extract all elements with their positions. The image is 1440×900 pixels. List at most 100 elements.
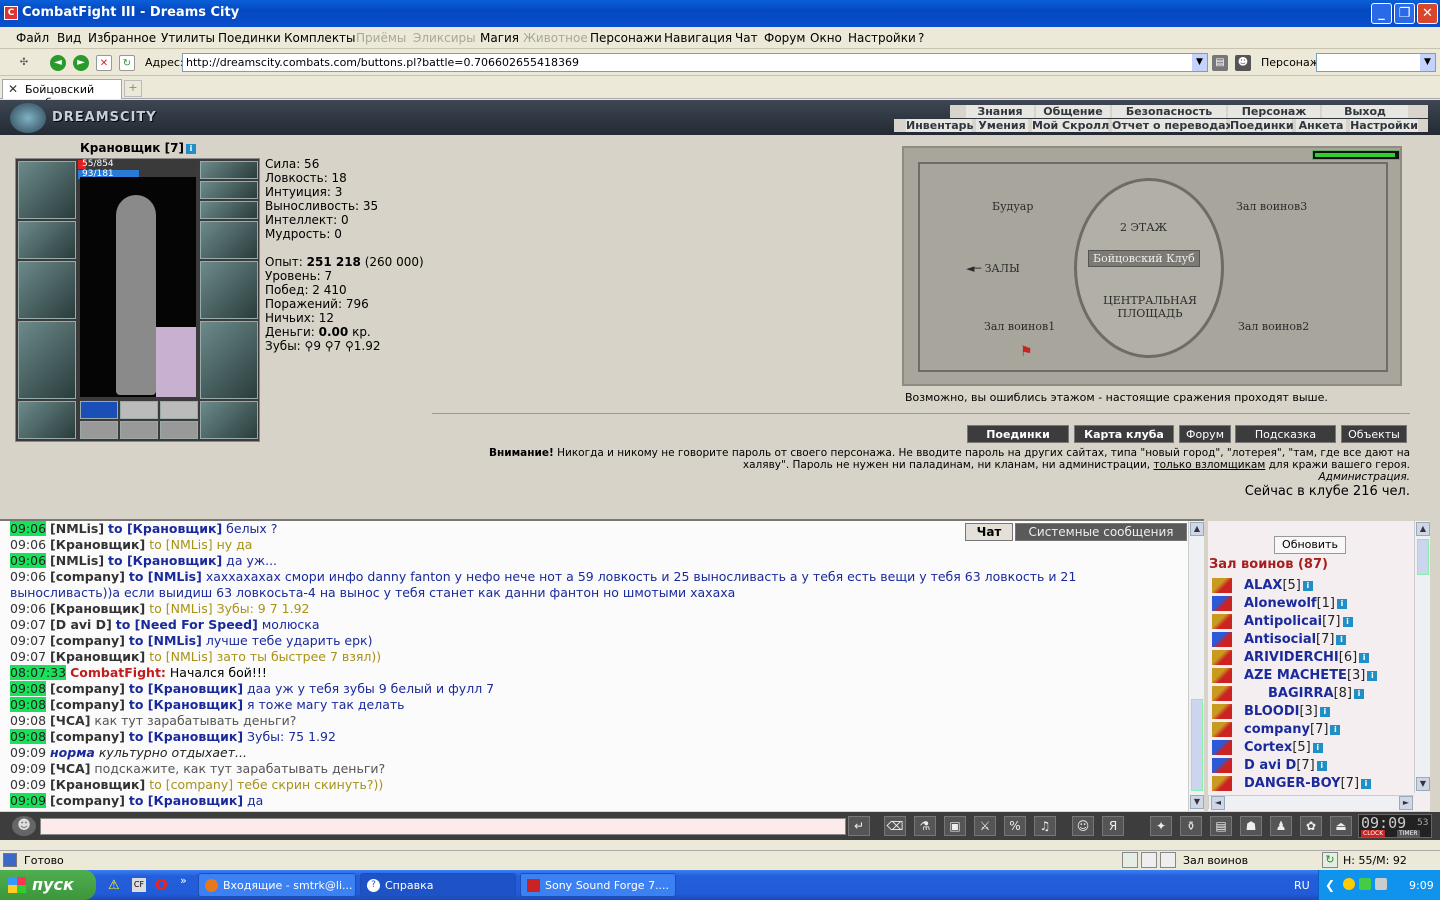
info-icon[interactable]: i	[1337, 599, 1347, 609]
nav-character[interactable]: Персонаж	[1228, 105, 1320, 118]
info-icon[interactable]: i	[1330, 725, 1341, 735]
shield-slot[interactable]	[200, 261, 258, 319]
quicklaunch-opera-icon[interactable]: O	[155, 876, 168, 894]
armor-slot[interactable]	[18, 321, 76, 399]
leggings-slot[interactable]	[200, 321, 258, 399]
info-icon[interactable]: i	[1342, 617, 1353, 627]
group-icon[interactable]: ♟	[1270, 816, 1292, 836]
weapon-slot[interactable]	[18, 261, 76, 319]
empty-slot-3[interactable]	[80, 421, 118, 439]
timer-label[interactable]: TIMER	[1397, 830, 1420, 837]
status-refresh-icon[interactable]	[1122, 852, 1138, 868]
chat-timestamp[interactable]: 09:08	[10, 697, 47, 712]
tray-clock[interactable]: 9:09	[1409, 879, 1434, 892]
user-row[interactable]: ALAX[5] i	[1208, 577, 1414, 595]
chat-mode-icon[interactable]: ☻	[12, 816, 36, 836]
chat-timestamp[interactable]: 09:09	[10, 761, 46, 776]
tab-system-messages[interactable]: Системные сообщения	[1015, 523, 1187, 541]
info-icon[interactable]: i	[1367, 671, 1378, 681]
earrings-slot[interactable]	[200, 161, 258, 179]
chat-timestamp[interactable]: 09:08	[10, 729, 47, 744]
info-icon[interactable]: i	[1361, 779, 1372, 789]
bracers-slot[interactable]	[200, 221, 258, 259]
nav-exit[interactable]: Выход	[1322, 105, 1408, 118]
tray-app-icon-2[interactable]	[1359, 878, 1371, 890]
tray-app-icon-1[interactable]	[1343, 878, 1355, 890]
menu-settings[interactable]: Настройки	[848, 31, 916, 45]
chat-sender[interactable]: [company]	[50, 681, 125, 696]
duels-button[interactable]: Поединки	[967, 425, 1069, 443]
tab-fight-club[interactable]: ✕ Бойцовский клуб	[2, 79, 122, 109]
chat-recipient[interactable]: to [Крановщик]	[129, 793, 243, 808]
pet-paw-icon[interactable]: ✿	[1300, 816, 1322, 836]
menu-pet[interactable]: Животное	[523, 31, 588, 45]
potion-icon[interactable]: ⚱	[1180, 816, 1202, 836]
chat-timestamp[interactable]: 09:08	[10, 713, 46, 728]
user-row[interactable]: DANGER-BOY[7] i	[1208, 775, 1414, 793]
chat-timestamp[interactable]: 09:06	[10, 553, 47, 568]
user-row[interactable]: Alonewolf[1] i	[1208, 595, 1414, 613]
menu-elixirs[interactable]: Эликсиры	[413, 31, 476, 45]
magic-icon[interactable]: ✦	[1150, 816, 1172, 836]
chat-timestamp[interactable]: 09:07	[10, 633, 46, 648]
chat-recipient[interactable]: to [Крановщик]	[129, 729, 243, 744]
chat-sender[interactable]: [company]	[50, 633, 125, 648]
chat-recipient[interactable]: to [NMLis]	[129, 569, 202, 584]
user-name[interactable]: Antipolicai[7] i	[1244, 614, 1353, 629]
chat-timestamp[interactable]: 09:08	[10, 681, 47, 696]
smiley-icon[interactable]: ☺	[1072, 816, 1094, 836]
gloves-slot[interactable]	[18, 221, 76, 259]
character-select[interactable]: ▼	[1316, 53, 1436, 72]
mask-icon[interactable]: ☗	[1240, 816, 1262, 836]
menu-view[interactable]: Вид	[57, 31, 81, 45]
menu-window[interactable]: Окно	[810, 31, 842, 45]
quicklaunch-warning-icon[interactable]: ⚠	[108, 878, 120, 893]
pin-icon[interactable]: ✣	[16, 55, 32, 71]
chat-recipient[interactable]: to [Крановщик]	[129, 697, 243, 712]
user-name[interactable]: Alonewolf[1] i	[1244, 596, 1347, 611]
quicklaunch-more-icon[interactable]: »	[180, 874, 187, 887]
pet-cat-image[interactable]	[156, 327, 196, 397]
address-input[interactable]: http://dreamscity.combats.com/buttons.pl…	[182, 53, 1208, 72]
percent-icon[interactable]: %	[1004, 816, 1026, 836]
scroll-up-icon[interactable]: ▲	[1416, 522, 1430, 536]
clear-icon[interactable]: ⌫	[884, 816, 906, 836]
menu-navigation[interactable]: Навигация	[664, 31, 732, 45]
status-page-icon[interactable]	[1141, 852, 1157, 868]
close-tab-icon[interactable]: ✕	[8, 82, 18, 96]
map-hall1[interactable]: Зал воинов1	[984, 320, 1055, 333]
user-row[interactable]: BAGIRRA[8] i	[1208, 685, 1414, 703]
start-button[interactable]: пуск	[0, 870, 96, 900]
rings-slot[interactable]	[200, 201, 258, 219]
chat-scroll-thumb[interactable]	[1191, 699, 1203, 791]
crossed-swords-icon[interactable]	[1212, 776, 1232, 791]
sound-icon[interactable]: ♫	[1034, 816, 1056, 836]
save-log-icon[interactable]: ▣	[944, 816, 966, 836]
map-halls[interactable]: ◄─ ЗАЛЫ	[966, 262, 1020, 275]
chat-recipient[interactable]: to [NMLis]	[149, 649, 212, 664]
scroll-down-icon[interactable]: ▼	[1190, 795, 1204, 809]
menu-forum[interactable]: Форум	[764, 31, 805, 45]
chat-timestamp[interactable]: 09:09	[10, 777, 46, 792]
restore-button[interactable]: ❐	[1394, 3, 1415, 24]
chat-timestamp[interactable]: 09:06	[10, 537, 46, 552]
blue-sword-icon[interactable]	[1212, 758, 1232, 773]
blue-sword-icon[interactable]	[1212, 596, 1232, 611]
crossed-swords-icon[interactable]	[1212, 722, 1232, 737]
empty-slot-5[interactable]	[160, 421, 198, 439]
chat-recipient[interactable]: to [Крановщик]	[129, 681, 243, 696]
nav-knowledge[interactable]: Знания	[966, 105, 1034, 118]
crossed-swords-icon[interactable]	[1212, 668, 1232, 683]
user-list-scrollbar[interactable]: ▲ ▼	[1414, 521, 1430, 793]
user-name[interactable]: Antisocial[7] i	[1244, 632, 1347, 647]
chat-recipient[interactable]: to [NMLis]	[149, 601, 212, 616]
chat-recipient[interactable]: to [NMLis]	[149, 537, 212, 552]
chat-sender[interactable]: [D avi D]	[50, 617, 112, 632]
chat-sender[interactable]: [company]	[50, 569, 125, 584]
scroll-left-icon[interactable]: ◄	[1211, 796, 1225, 810]
character-name[interactable]: Крановщик [7] i	[80, 141, 196, 155]
chat-sender[interactable]: [NMLis]	[50, 521, 104, 536]
user-row[interactable]: ARIVIDERCHI[6] i	[1208, 649, 1414, 667]
blue-sword-icon[interactable]	[1212, 632, 1232, 647]
map-hall2[interactable]: Зал воинов2	[1238, 320, 1309, 333]
